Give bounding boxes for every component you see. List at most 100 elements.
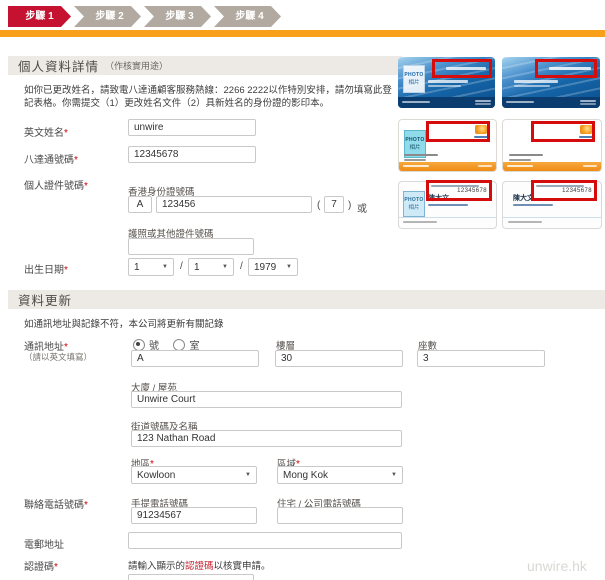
radio-flat-option[interactable] xyxy=(173,339,185,351)
card-divider xyxy=(503,217,601,218)
dob-year-select[interactable]: 1979▼ xyxy=(248,258,298,276)
accent-divider-bar xyxy=(0,30,605,37)
text-blur xyxy=(509,159,531,161)
card-id-sample-right: 陳大文 12345678 xyxy=(502,181,602,229)
text-blur xyxy=(475,100,491,102)
card-personalised-octopus-left: PHOTO 相片 xyxy=(398,57,495,108)
building-input[interactable] xyxy=(131,391,402,408)
text-blur xyxy=(428,204,468,206)
flat-number-input[interactable] xyxy=(131,350,259,367)
text-blur xyxy=(507,165,533,167)
highlight-box xyxy=(426,121,490,142)
name-change-notice: 如你已更改姓名，請致電八達通顧客服務熱線：2266 2222以作特別安排，請勿填… xyxy=(24,84,396,110)
sample-cards-panel: PHOTO 相片 xyxy=(398,57,602,229)
hkid-check-digit-input[interactable] xyxy=(324,196,344,213)
chevron-down-icon: ▼ xyxy=(162,264,168,270)
watermark: unwire.hk xyxy=(527,558,587,574)
required-asterisk: * xyxy=(74,155,78,166)
tab-step-2[interactable]: 步驟 2 xyxy=(74,6,141,27)
block-input[interactable] xyxy=(417,350,545,367)
dob-label: 出生日期* xyxy=(24,261,68,276)
text-blur xyxy=(549,67,591,70)
card-divider xyxy=(399,217,496,218)
step-progress-bar: 步驟 1 步驟 2 步驟 3 步驟 4 xyxy=(8,6,284,27)
text-blur xyxy=(428,85,461,87)
text-blur xyxy=(402,101,430,103)
address-update-notice: 如通訊地址與記錄不符，本公司將更新有關記錄 xyxy=(24,318,424,331)
text-blur xyxy=(475,103,491,105)
captcha-label: 認證碼* xyxy=(24,558,58,573)
step-3-label: 步驟 3 xyxy=(165,11,193,22)
district-select[interactable]: Kowloon▼ xyxy=(131,466,257,484)
chevron-down-icon: ▼ xyxy=(245,472,251,478)
text-blur xyxy=(508,221,542,223)
highlight-box xyxy=(531,121,595,142)
required-asterisk: * xyxy=(54,562,58,573)
highlight-box: 12345678 xyxy=(426,180,492,201)
captcha-input[interactable] xyxy=(128,574,254,580)
hkid-digits-input[interactable] xyxy=(156,196,312,213)
octopus-number-label: 八達通號碼* xyxy=(24,151,78,166)
card-octopus-white-right xyxy=(502,119,602,172)
photo-sub-label: 相片 xyxy=(408,203,419,211)
floor-input[interactable] xyxy=(275,350,403,367)
step-4-label: 步驟 4 xyxy=(235,11,263,22)
text-blur xyxy=(514,85,550,87)
section-header-personal-details: 個人資料詳情 （作核實用途） xyxy=(8,56,402,75)
card-bottom-band xyxy=(399,162,496,171)
area-select[interactable]: Mong Kok▼ xyxy=(277,466,403,484)
photo-placeholder: PHOTO 相片 xyxy=(403,65,425,93)
or-text: 或 xyxy=(357,200,367,215)
required-asterisk: * xyxy=(84,181,88,192)
text-blur xyxy=(404,154,438,156)
card-id-sample-left: PHOTO 相片 陳大文 12345678 xyxy=(398,181,497,229)
tab-step-3[interactable]: 步驟 3 xyxy=(144,6,211,27)
tab-step-4[interactable]: 步驟 4 xyxy=(214,6,281,27)
photo-placeholder: PHOTO 相片 xyxy=(403,191,425,217)
email-label: 電郵地址 xyxy=(24,536,64,551)
text-blur xyxy=(403,221,437,223)
date-separator: / xyxy=(240,261,243,272)
registration-form-page: 步驟 1 步驟 2 步驟 3 步驟 4 個人資料詳情 （作核實用途） 如你已更改… xyxy=(0,0,605,580)
contact-phone-label: 聯絡電話號碼* xyxy=(24,496,88,511)
card-bottom-band xyxy=(503,162,601,171)
check-digit-open-paren: ( xyxy=(317,200,320,211)
english-name-input[interactable] xyxy=(128,119,256,136)
email-input[interactable] xyxy=(128,532,402,549)
highlight-box xyxy=(432,59,492,78)
required-asterisk: * xyxy=(84,500,88,511)
chevron-down-icon: ▼ xyxy=(391,472,397,478)
date-separator: / xyxy=(180,261,183,272)
step-1-label: 步驟 1 xyxy=(25,11,53,22)
photo-sub-label: 相片 xyxy=(408,78,419,86)
captcha-hint: 請輸入顯示的認證碼以核實申請。 xyxy=(128,558,271,572)
text-blur xyxy=(404,159,426,161)
mobile-input[interactable] xyxy=(131,507,257,524)
street-input[interactable] xyxy=(131,430,402,447)
text-blur xyxy=(428,80,468,83)
hkid-prefix-input[interactable] xyxy=(128,196,152,213)
dob-day-select[interactable]: 1▼ xyxy=(128,258,174,276)
personal-id-label: 個人證件號碼* xyxy=(24,177,88,192)
text-blur xyxy=(509,154,543,156)
card-personalised-octopus-right xyxy=(502,57,600,108)
text-blur xyxy=(446,67,486,70)
highlight-box xyxy=(535,59,597,78)
card-bottom-band xyxy=(502,97,600,108)
tab-step-1[interactable]: 步驟 1 xyxy=(8,6,71,27)
radio-number-option[interactable] xyxy=(133,339,145,351)
text-blur xyxy=(506,101,534,103)
english-name-label: 英文姓名* xyxy=(24,124,68,139)
chevron-down-icon: ▼ xyxy=(222,264,228,270)
dob-month-select[interactable]: 1▼ xyxy=(188,258,234,276)
photo-sub-label: 相片 xyxy=(409,143,420,151)
text-blur xyxy=(403,165,429,167)
sample-octopus-number: 12345678 xyxy=(457,188,487,194)
text-blur xyxy=(514,80,558,83)
chevron-down-icon: ▼ xyxy=(286,264,292,270)
home-office-phone-input[interactable] xyxy=(277,507,403,524)
section-note: （作核實用途） xyxy=(105,59,168,72)
octopus-number-input[interactable] xyxy=(128,146,256,163)
passport-input[interactable] xyxy=(128,238,254,255)
captcha-hint-emphasis: 認證碼 xyxy=(185,561,214,572)
